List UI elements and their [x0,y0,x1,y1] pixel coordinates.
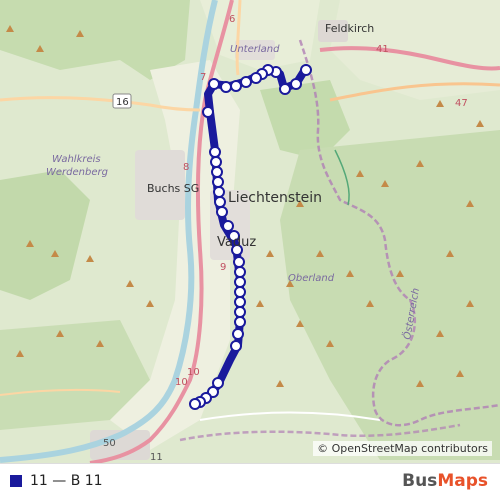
route-legend: 11 — B 11 [10,473,103,489]
road-label-47: 47 [455,98,468,109]
road-label-8: 8 [183,162,189,173]
road-label-16: 16 [116,97,129,108]
road-label-10b: 10 [175,377,188,388]
road-label-9: 9 [220,262,226,273]
road-label-7: 7 [200,72,206,83]
map-attribution[interactable]: © OpenStreetMap contributors [313,441,492,456]
road-label-10a: 10 [187,367,200,378]
place-wahlkreis: Wahlkreis [52,154,101,165]
brand-bus: Bus [402,471,438,491]
place-werdenberg: Werdenberg [46,167,108,178]
route-color-swatch [10,475,22,487]
map-canvas: 6 41 47 16 7 8 9 10 10 50 11 Feldkirch U… [0,0,500,463]
road-label-50: 50 [103,438,116,449]
road-label-41: 41 [376,44,389,55]
map-footer: 11 — B 11 BusMaps [0,463,500,501]
route-legend-label: 11 — B 11 [30,473,103,489]
place-buchs: Buchs SG [147,182,199,195]
place-unterland: Unterland [230,44,280,55]
place-liechtenstein: Liechtenstein [228,190,322,206]
road-label-11: 11 [150,452,163,463]
busmaps-logo[interactable]: BusMaps [402,471,488,491]
map-view[interactable]: 6 41 47 16 7 8 9 10 10 50 11 Feldkirch U… [0,0,500,463]
place-feldkirch: Feldkirch [325,22,374,35]
brand-maps: Maps [437,471,488,491]
place-oberland: Oberland [288,273,335,284]
place-vaduz: Vaduz [217,235,256,250]
road-label-6: 6 [229,14,235,25]
